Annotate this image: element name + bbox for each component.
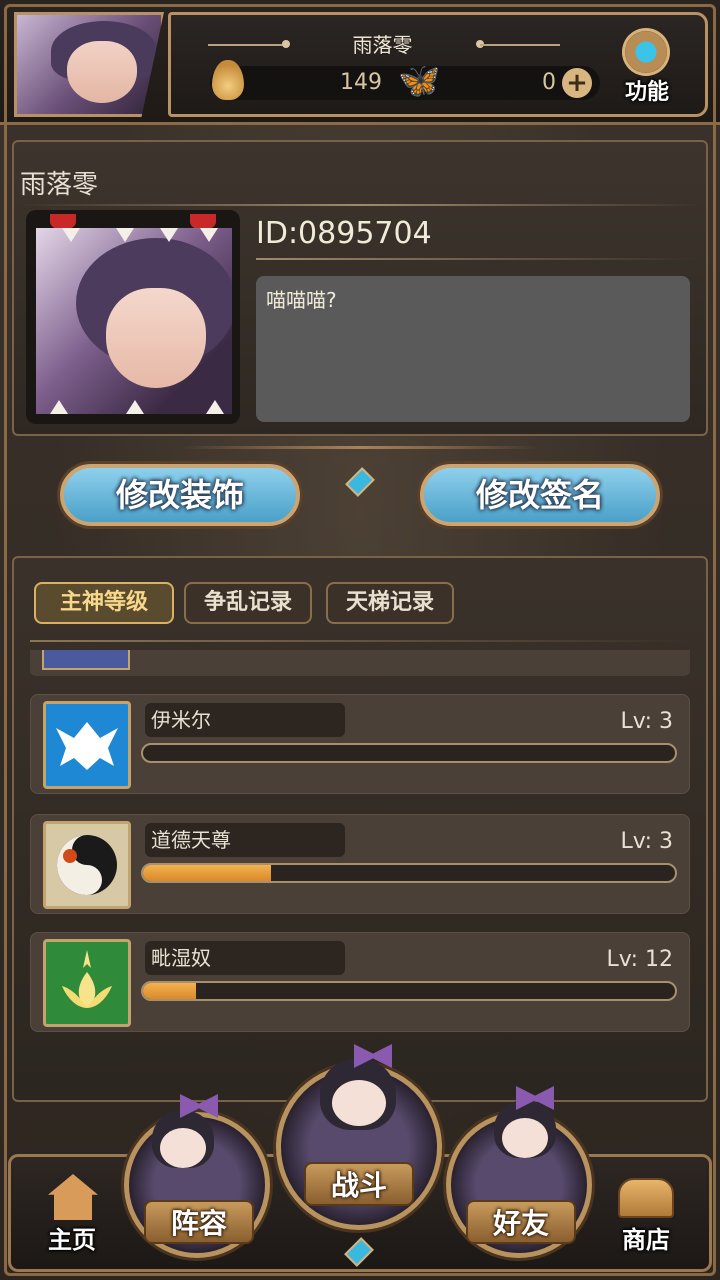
nav-battle-label: 战斗 (304, 1162, 414, 1206)
nav-home-label: 主页 (48, 1226, 96, 1254)
frost-giant-icon (43, 701, 131, 789)
name-ornament-left (208, 44, 288, 46)
currency-a-value: 149 (340, 70, 382, 95)
list-item[interactable]: 伊米尔 Lv: 3 (30, 694, 690, 794)
edit-decoration-label: 修改装饰 (115, 476, 244, 514)
currency-b-value: 0 (542, 70, 556, 95)
nav-home-button[interactable]: 主页 (24, 1168, 120, 1264)
xp-bar (141, 863, 677, 883)
xp-bar-fill (143, 983, 197, 999)
xp-bar (141, 743, 677, 763)
butterfly-icon: 🦋 (398, 61, 441, 101)
lotus-icon (43, 939, 131, 1027)
yin-yang-icon (43, 821, 131, 909)
nav-friends-label: 好友 (466, 1200, 576, 1244)
house-icon (48, 1174, 98, 1220)
frame-fang (126, 400, 144, 414)
god-name: 伊米尔 (145, 703, 345, 737)
signature-text: 喵喵喵? (266, 288, 337, 312)
nav-shop-label: 商店 (622, 1226, 670, 1254)
frame-fang (160, 228, 178, 242)
top-player-name: 雨落零 (352, 33, 413, 57)
plus-icon[interactable]: + (562, 68, 592, 98)
gear-icon (622, 28, 670, 76)
nav-lineup-label: 阵容 (144, 1200, 254, 1244)
treasure-chest-icon (618, 1178, 674, 1218)
tab-ladder-record[interactable]: 天梯记录 (326, 582, 454, 624)
chibi-face (502, 1118, 548, 1158)
xp-bar (141, 981, 677, 1001)
god-name: 道德天尊 (145, 823, 345, 857)
tab-chaos-record[interactable]: 争乱记录 (184, 582, 312, 624)
list-item[interactable]: 毗湿奴 Lv: 12 (30, 932, 690, 1032)
god-name: 毗湿奴 (145, 941, 345, 975)
god-level: Lv: 3 (620, 829, 673, 854)
god-level: Lv: 12 (606, 947, 673, 972)
function-label: 功能 (624, 80, 669, 105)
profile-name: 雨落零 (20, 170, 99, 200)
frame-fang (62, 228, 80, 242)
profile-avatar (36, 228, 232, 414)
edit-signature-label: 修改签名 (475, 476, 604, 514)
top-avatar[interactable] (14, 12, 164, 117)
tab-god-level[interactable]: 主神等级 (34, 582, 174, 624)
avatar-face (67, 41, 137, 103)
god-icon (42, 650, 130, 670)
nav-shop-button[interactable]: 商店 (598, 1168, 694, 1264)
frame-fang (206, 400, 224, 414)
frame-fang (200, 228, 218, 242)
frame-fang (116, 228, 134, 242)
god-level: Lv: 3 (620, 709, 673, 734)
player-id: ID:0895704 (256, 216, 432, 251)
list-item[interactable]: 道德天尊 Lv: 3 (30, 814, 690, 914)
chibi-face (160, 1128, 206, 1168)
list-item[interactable] (30, 650, 690, 676)
frame-fang (50, 400, 68, 414)
tab-divider (30, 640, 690, 642)
chibi-face (332, 1080, 386, 1126)
edit-decoration-button[interactable]: 修改装饰 (60, 464, 300, 526)
avatar-face (106, 288, 206, 388)
ornament-divider (180, 446, 540, 449)
ornament-dot (282, 40, 290, 48)
name-ornament-right (480, 44, 560, 46)
profile-divider (20, 204, 700, 206)
id-divider (256, 258, 696, 260)
xp-bar-fill (143, 865, 271, 881)
flame-spirit-icon (212, 60, 244, 100)
function-button[interactable]: 功能 (612, 26, 682, 106)
edit-signature-button[interactable]: 修改签名 (420, 464, 660, 526)
